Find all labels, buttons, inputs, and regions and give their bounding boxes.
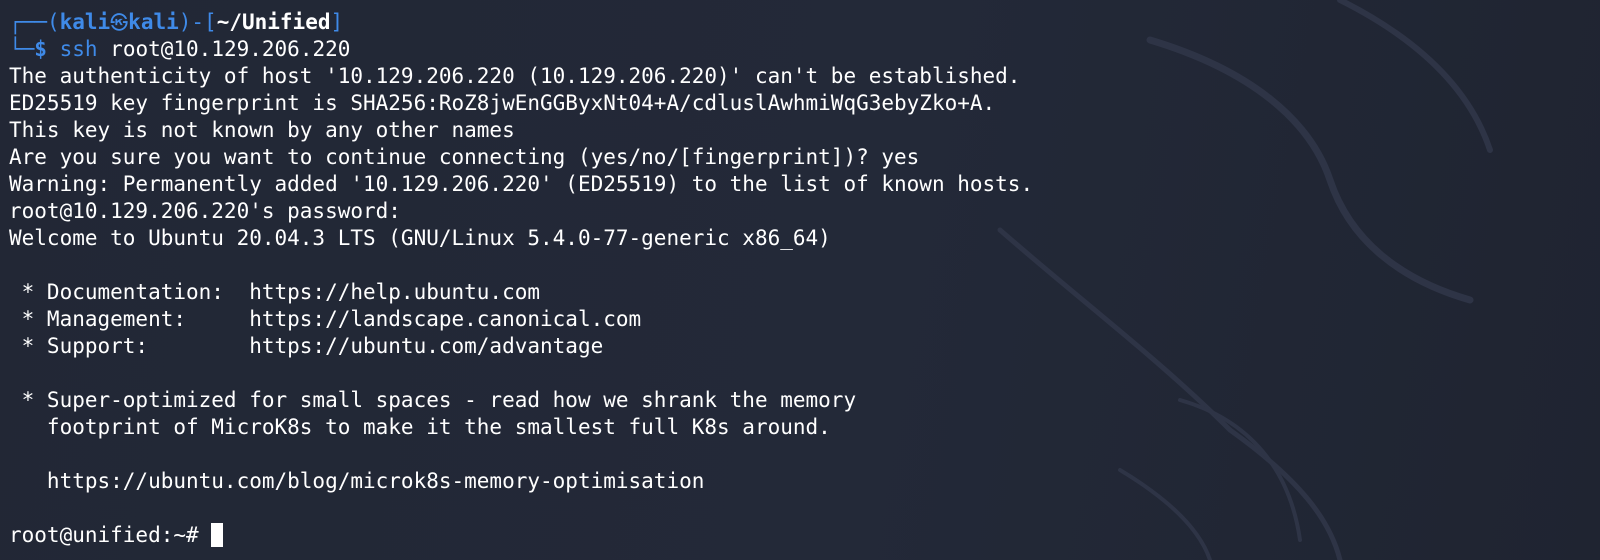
prompt-close-bracket: ] — [330, 10, 344, 34]
prompt-line: ┌──(kali㉿kali)-[~/Unified] — [9, 9, 1590, 36]
terminal-content: ┌──(kali㉿kali)-[~/Unified] └─$ ssh root@… — [9, 9, 1590, 549]
output-line: https://ubuntu.com/blog/microk8s-memory-… — [9, 469, 705, 493]
prompt-box-bottom: └─ — [9, 37, 35, 61]
output-line: * Super-optimized for small spaces - rea… — [9, 388, 857, 412]
remote-prompt-line[interactable]: root@unified:~# — [9, 522, 1590, 549]
output-line: * Documentation: https://help.ubuntu.com — [9, 280, 541, 304]
output-line: root@10.129.206.220's password: — [9, 199, 414, 223]
output-line: This key is not known by any other names — [9, 118, 515, 142]
command-line: └─$ ssh root@10.129.206.220 — [9, 36, 1590, 63]
prompt-open-paren: ( — [46, 10, 60, 34]
output-line: Are you sure you want to continue connec… — [9, 145, 920, 169]
output-line: The authenticity of host '10.129.206.220… — [9, 64, 1021, 88]
output-line: * Support: https://ubuntu.com/advantage — [9, 334, 604, 358]
command-name: ssh — [59, 37, 98, 61]
output-line: ED25519 key fingerprint is SHA256:RoZ8jw… — [9, 91, 996, 115]
prompt-box-top: ┌── — [9, 10, 47, 34]
prompt-separator: )-[ — [178, 10, 217, 34]
prompt-user: kali — [59, 10, 111, 34]
text-cursor[interactable] — [211, 523, 224, 547]
prompt-cwd: ~/Unified — [216, 10, 331, 34]
output-line: * Management: https://landscape.canonica… — [9, 307, 642, 331]
output-line: footprint of MicroK8s to make it the sma… — [9, 415, 831, 439]
kali-skull-icon: ㉿ — [110, 13, 129, 34]
prompt-host: kali — [128, 10, 179, 34]
output-line: Welcome to Ubuntu 20.04.3 LTS (GNU/Linux… — [9, 226, 831, 250]
terminal-window[interactable]: ┌──(kali㉿kali)-[~/Unified] └─$ ssh root@… — [0, 0, 1600, 560]
command-args: root@10.129.206.220 — [97, 37, 351, 61]
prompt-dollar: $ — [34, 37, 60, 61]
remote-prompt: root@unified:~# — [9, 523, 212, 547]
output-line: Warning: Permanently added '10.129.206.2… — [9, 172, 1034, 196]
